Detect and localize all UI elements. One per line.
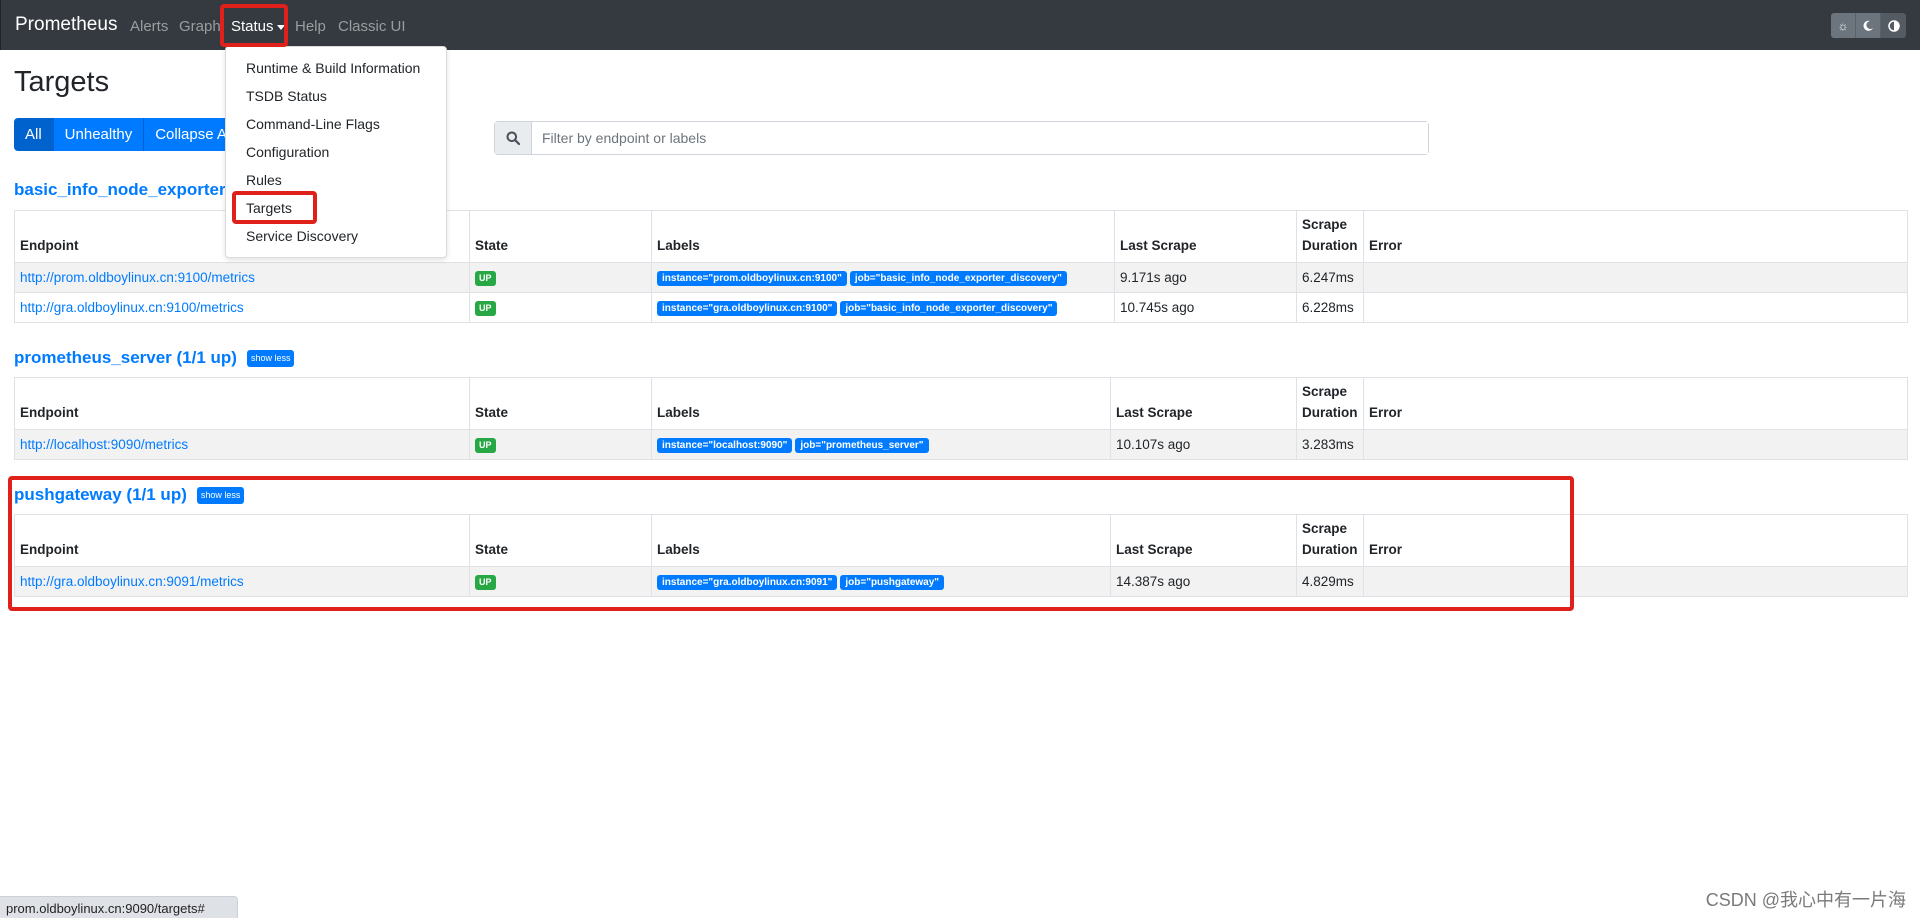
moon-icon[interactable] xyxy=(1856,13,1881,38)
header-scrape-duration: Scrape Duration xyxy=(1296,210,1364,263)
last-scrape-cell: 9.171s ago xyxy=(1114,262,1297,293)
header-error: Error xyxy=(1363,210,1908,263)
menu-item-tsdb-status[interactable]: TSDB Status xyxy=(246,88,327,104)
endpoint-link[interactable]: http://gra.oldboylinux.cn:9100/metrics xyxy=(20,300,244,315)
header-state: State xyxy=(469,377,652,430)
label-badge: job="basic_info_node_exporter_discovery" xyxy=(840,301,1058,316)
header-endpoint: Endpoint xyxy=(14,377,470,430)
brand-link[interactable]: Prometheus xyxy=(15,14,117,36)
search-input[interactable] xyxy=(532,122,1428,154)
endpoint-link[interactable]: http://prom.oldboylinux.cn:9100/metrics xyxy=(20,270,255,285)
theme-toggle-group: ☼ xyxy=(1831,13,1906,38)
state-badge: UP xyxy=(475,271,496,286)
scrape-duration-cell: 4.829ms xyxy=(1296,566,1364,597)
last-scrape-cell: 10.107s ago xyxy=(1110,429,1297,460)
header-labels: Labels xyxy=(651,377,1111,430)
pool-title-basic-info-node-exporter[interactable]: basic_info_node_exporter xyxy=(14,180,226,200)
nav-help[interactable]: Help xyxy=(295,18,326,35)
watermark: CSDN @我心中有一片海 xyxy=(1705,890,1906,910)
table-row: http://gra.oldboylinux.cn:9100/metrics U… xyxy=(14,292,1908,323)
header-state: State xyxy=(469,210,652,263)
show-less-button[interactable]: show less xyxy=(246,349,295,367)
nav-status-dropdown[interactable]: Status xyxy=(231,18,285,35)
scrape-duration-cell: 6.247ms xyxy=(1296,262,1364,293)
nav-classic-ui[interactable]: Classic UI xyxy=(338,18,406,35)
nav-status-label: Status xyxy=(231,18,274,35)
menu-item-configuration[interactable]: Configuration xyxy=(246,144,329,160)
table-row: http://localhost:9090/metrics UP instanc… xyxy=(14,429,1908,460)
header-labels: Labels xyxy=(651,514,1111,567)
header-error: Error xyxy=(1363,514,1908,567)
targets-table-pushgateway: Endpoint State Labels Last Scrape Scrape… xyxy=(14,514,1908,597)
state-badge: UP xyxy=(475,575,496,590)
menu-item-targets[interactable]: Targets xyxy=(246,200,292,216)
endpoint-link[interactable]: http://gra.oldboylinux.cn:9091/metrics xyxy=(20,574,244,589)
menu-item-service-discovery[interactable]: Service Discovery xyxy=(246,228,358,244)
pool-title-pushgateway[interactable]: pushgateway (1/1 up) show less xyxy=(14,485,245,505)
pool-title-text: basic_info_node_exporter xyxy=(14,180,226,199)
state-badge: UP xyxy=(475,301,496,316)
menu-item-command-line-flags[interactable]: Command-Line Flags xyxy=(246,116,380,132)
label-badge: instance="localhost:9090" xyxy=(657,438,793,453)
status-dropdown-menu: Runtime & Build Information TSDB Status … xyxy=(225,46,447,258)
caret-down-icon xyxy=(276,24,285,30)
header-state: State xyxy=(469,514,652,567)
error-cell xyxy=(1363,429,1908,460)
label-badge: job="pushgateway" xyxy=(840,575,945,590)
label-badge: instance="gra.oldboylinux.cn:9091" xyxy=(657,575,838,590)
table-row: http://prom.oldboylinux.cn:9100/metrics … xyxy=(14,262,1908,293)
header-labels: Labels xyxy=(651,210,1115,263)
filter-unhealthy-button[interactable]: Unhealthy xyxy=(53,118,145,151)
filter-all-button[interactable]: All xyxy=(14,118,54,151)
filter-button-group: All Unhealthy Collapse All xyxy=(14,118,246,151)
menu-item-rules[interactable]: Rules xyxy=(246,172,282,188)
last-scrape-cell: 14.387s ago xyxy=(1110,566,1297,597)
error-cell xyxy=(1363,292,1908,323)
table-row: http://gra.oldboylinux.cn:9091/metrics U… xyxy=(14,566,1908,597)
contrast-icon[interactable] xyxy=(1881,13,1906,38)
search-box xyxy=(494,121,1429,155)
header-scrape-duration: Scrape Duration xyxy=(1296,377,1364,430)
label-badge: instance="prom.oldboylinux.cn:9100" xyxy=(657,271,847,286)
pool-title-text: pushgateway (1/1 up) xyxy=(14,485,187,504)
pool-title-prometheus-server[interactable]: prometheus_server (1/1 up) show less xyxy=(14,348,295,368)
header-error: Error xyxy=(1363,377,1908,430)
header-endpoint: Endpoint xyxy=(14,514,470,567)
menu-item-runtime-build-info[interactable]: Runtime & Build Information xyxy=(246,60,420,76)
header-last-scrape: Last Scrape xyxy=(1110,514,1297,567)
targets-table-prometheus-server: Endpoint State Labels Last Scrape Scrape… xyxy=(14,377,1908,460)
page-title: Targets xyxy=(14,66,110,98)
error-cell xyxy=(1363,262,1908,293)
nav-alerts[interactable]: Alerts xyxy=(130,18,168,35)
navbar: Prometheus Alerts Graph Status Help Clas… xyxy=(0,0,1920,50)
last-scrape-cell: 10.745s ago xyxy=(1114,292,1297,323)
header-scrape-duration: Scrape Duration xyxy=(1296,514,1364,567)
table-header-row: Endpoint State Labels Last Scrape Scrape… xyxy=(14,377,1908,430)
label-badge: instance="gra.oldboylinux.cn:9100" xyxy=(657,301,838,316)
nav-graph[interactable]: Graph xyxy=(179,18,221,35)
header-last-scrape: Last Scrape xyxy=(1110,377,1297,430)
table-header-row: Endpoint State Labels Last Scrape Scrape… xyxy=(14,514,1908,567)
label-badge: job="basic_info_node_exporter_discovery" xyxy=(849,271,1067,286)
scrape-duration-cell: 3.283ms xyxy=(1296,429,1364,460)
sun-icon[interactable]: ☼ xyxy=(1831,13,1856,38)
pool-title-text: prometheus_server (1/1 up) xyxy=(14,348,237,367)
header-last-scrape: Last Scrape xyxy=(1114,210,1297,263)
state-badge: UP xyxy=(475,438,496,453)
endpoint-link[interactable]: http://localhost:9090/metrics xyxy=(20,437,188,452)
error-cell xyxy=(1363,566,1908,597)
scrape-duration-cell: 6.228ms xyxy=(1296,292,1364,323)
label-badge: job="prometheus_server" xyxy=(795,438,929,453)
browser-status-bar: prom.oldboylinux.cn:9090/targets# xyxy=(0,896,238,918)
show-less-button[interactable]: show less xyxy=(196,486,245,504)
search-icon xyxy=(495,122,532,154)
